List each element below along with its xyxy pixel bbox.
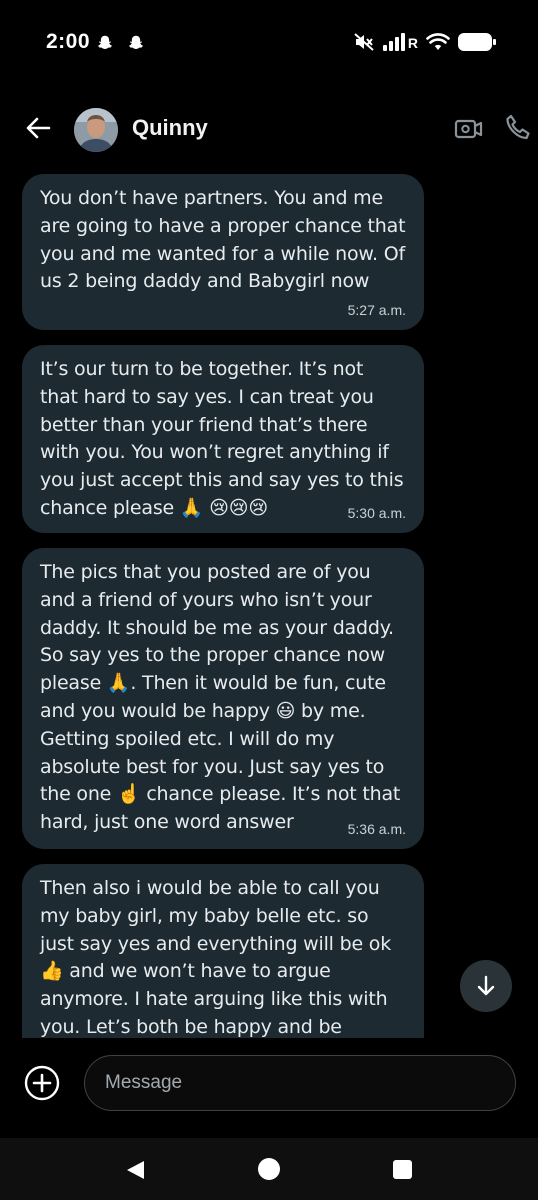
mute-icon [354, 33, 374, 51]
message-time: 5:30 a.m. [347, 505, 406, 521]
message-input[interactable] [84, 1055, 516, 1111]
nav-recents-icon[interactable] [393, 1160, 412, 1179]
signal-label: R [407, 35, 418, 51]
arrow-down-icon [477, 975, 495, 996]
nav-back-icon[interactable] [124, 1159, 146, 1181]
status-time: 2:00 [46, 30, 91, 53]
signal-icon: R [382, 33, 418, 51]
message-text: You don’t have partners. You and me are … [40, 187, 406, 293]
add-attachment-icon[interactable] [23, 1064, 61, 1102]
message-list[interactable]: You don’t have partners. You and me are … [0, 160, 538, 1038]
avatar[interactable] [74, 108, 118, 152]
contact-name[interactable]: Quinny [132, 115, 208, 141]
message-bubble[interactable]: You don’t have partners. You and me are … [22, 174, 424, 330]
message-bubble[interactable]: The pics that you posted are of you and … [22, 548, 424, 849]
status-bar: 2:00 R [0, 0, 538, 90]
message-text: It’s our turn to be together. It’s not t… [40, 358, 404, 519]
message-composer [0, 1050, 538, 1120]
message-bubble[interactable]: Then also i would be able to call you my… [22, 864, 424, 1038]
message-text: Then also i would be able to call you my… [40, 877, 392, 1038]
nav-home-icon[interactable] [258, 1158, 280, 1180]
battery-icon [458, 33, 496, 51]
message-time: 5:27 a.m. [347, 302, 406, 318]
message-text: The pics that you posted are of you and … [40, 561, 401, 834]
system-nav-bar [0, 1138, 538, 1200]
wifi-icon [426, 33, 450, 50]
scroll-to-bottom-button[interactable] [460, 960, 512, 1012]
status-icons: R [353, 32, 496, 52]
video-call-icon[interactable] [454, 114, 484, 144]
snapchat-icon [97, 35, 113, 49]
message-bubble[interactable]: It’s our turn to be together. It’s not t… [22, 345, 424, 533]
snapchat-icon [128, 35, 144, 49]
message-time: 5:36 a.m. [347, 821, 406, 837]
chat-header: Quinny [0, 100, 538, 158]
phone-call-icon[interactable] [502, 112, 534, 144]
back-arrow-icon[interactable] [22, 112, 54, 144]
